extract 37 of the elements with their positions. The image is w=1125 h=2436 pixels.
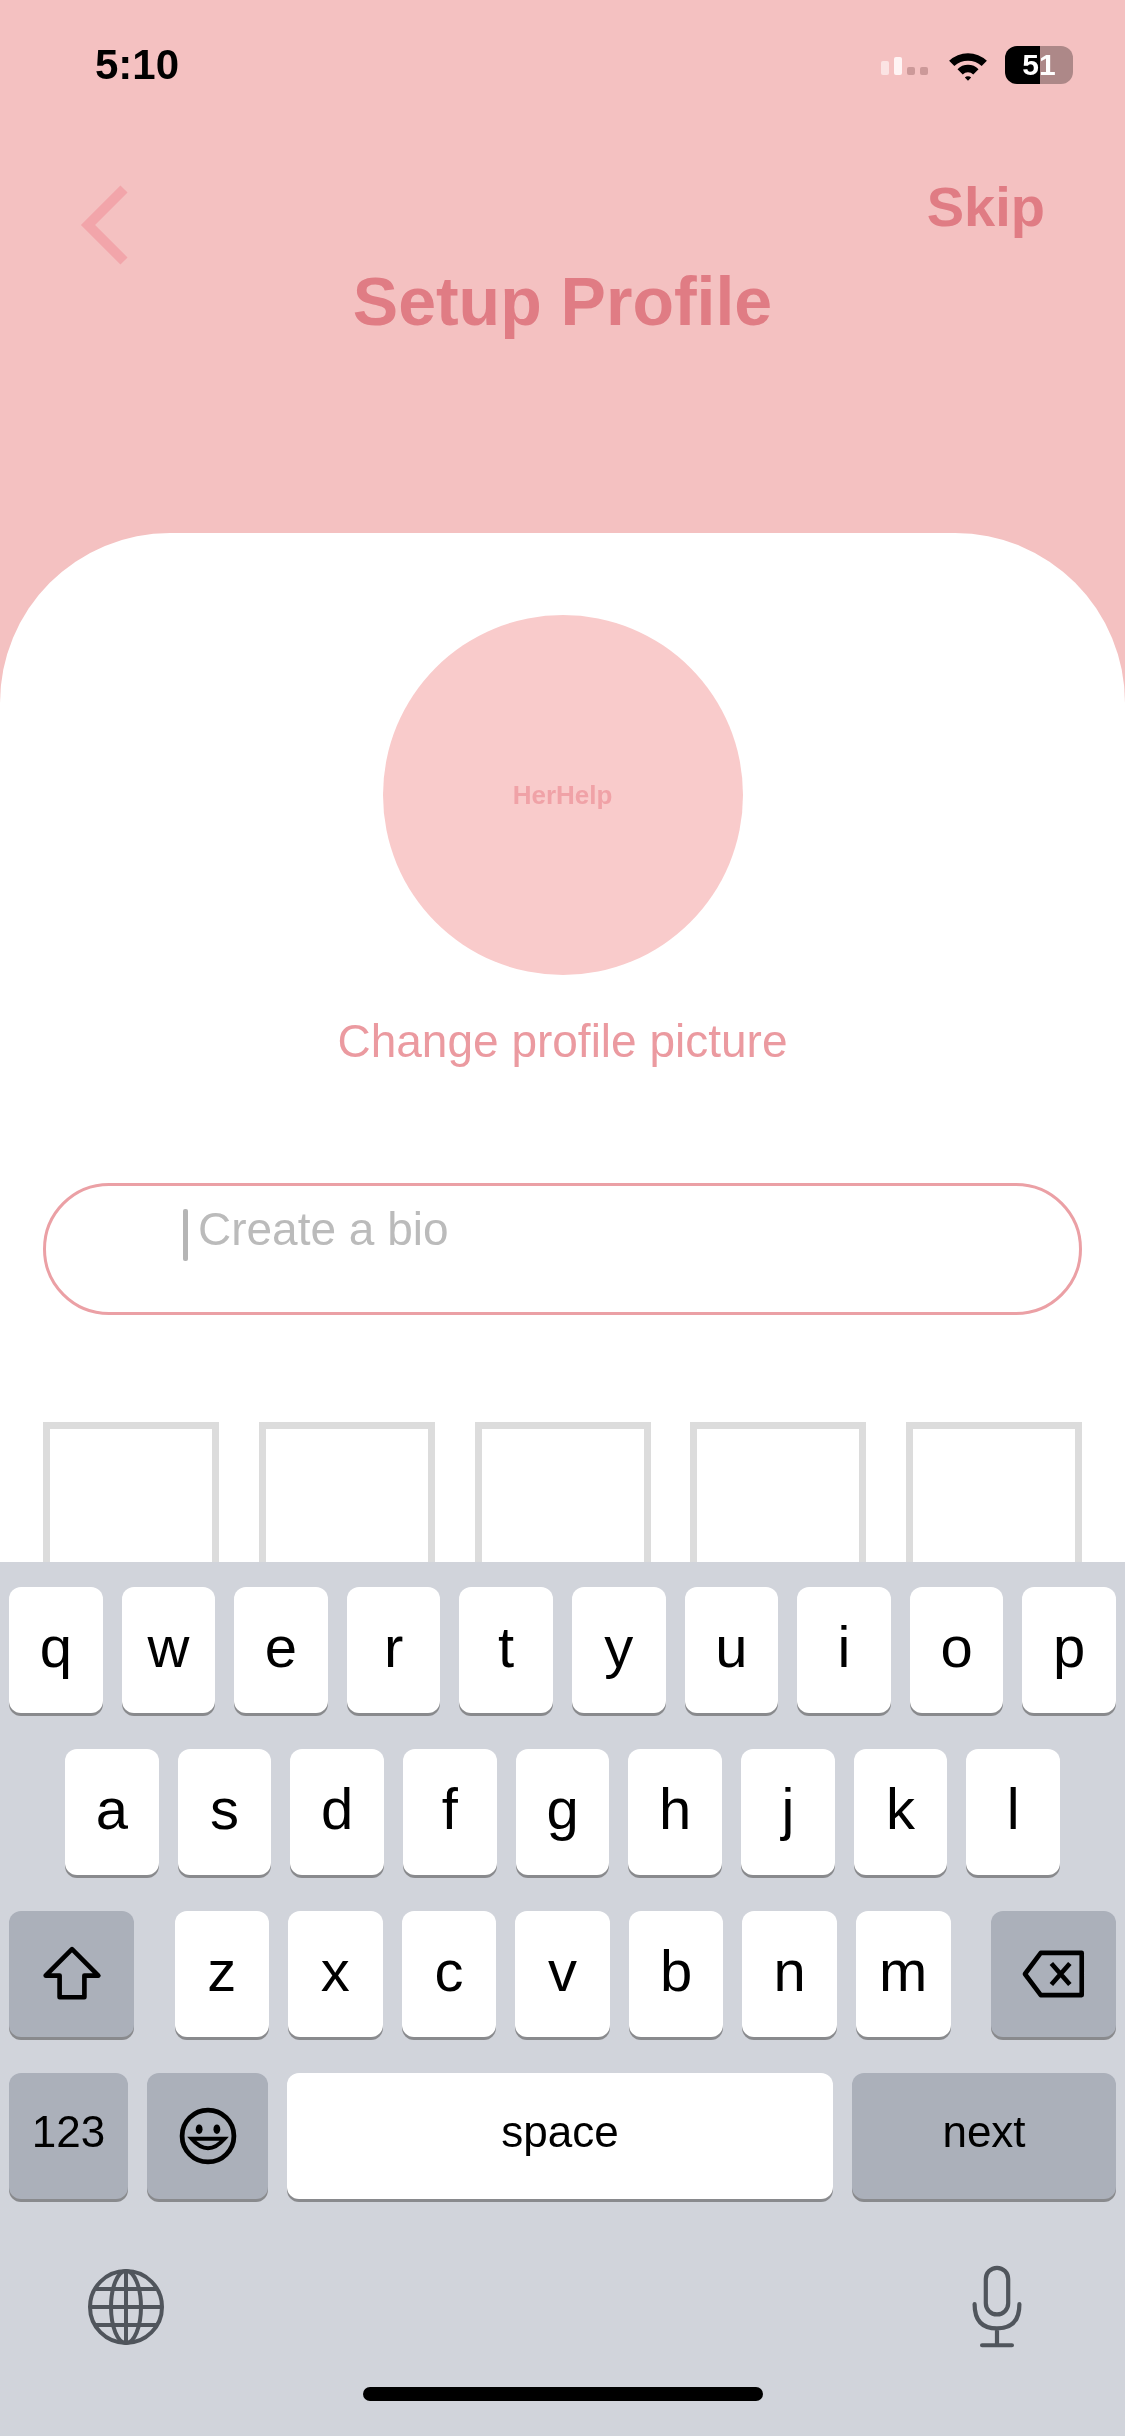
emoji-icon[interactable] [177,2106,238,2166]
keyboard-key[interactable]: y [571,1587,666,1713]
keyboard-key[interactable]: f [403,1749,497,1875]
keyboard-key[interactable]: u [684,1587,779,1713]
emoji-key[interactable] [147,2073,268,2199]
keyboard-key[interactable]: x [288,1911,383,2037]
keyboard-key[interactable]: j [741,1749,835,1875]
bio-input-field[interactable]: Create a bio [43,1183,1082,1315]
keyboard-key[interactable]: c [401,1911,497,2037]
keyboard-key[interactable]: w [121,1587,216,1713]
keyboard-key[interactable]: b [628,1911,724,2037]
globe-icon[interactable] [86,2267,166,2347]
keyboard-key[interactable]: n [742,1911,837,2037]
delete-key[interactable] [991,1911,1116,2037]
keyboard-key[interactable]: k [853,1749,948,1875]
keyboard-key[interactable]: p [1022,1587,1116,1713]
keyboard-key[interactable]: g [515,1749,610,1875]
keyboard-key[interactable]: e [234,1587,328,1713]
next-key[interactable]: next [852,2073,1116,2199]
status-time: 5:10 [95,41,180,89]
numbers-key[interactable]: 123 [9,2073,128,2199]
keyboard-key[interactable]: m [855,1911,951,2037]
page-title: Setup Profile [352,265,773,337]
keyboard-key[interactable]: r [346,1587,441,1713]
keyboard-key[interactable]: t [459,1587,553,1713]
keyboard-key[interactable]: l [966,1749,1061,1875]
keyboard-key[interactable]: s [177,1749,272,1875]
space-bar[interactable]: space [287,2073,833,2199]
keyboard-key[interactable]: i [797,1587,891,1713]
keyboard-key[interactable]: q [9,1587,103,1713]
keyboard-key[interactable]: v [515,1911,610,2037]
keyboard-key[interactable]: a [65,1749,159,1875]
keyboard-key[interactable]: o [909,1587,1004,1713]
shift-key[interactable] [9,1911,134,2037]
keyboard-key[interactable]: h [628,1749,723,1875]
keyboard-key[interactable]: d [290,1749,384,1875]
keyboard-key[interactable]: z [174,1911,270,2037]
